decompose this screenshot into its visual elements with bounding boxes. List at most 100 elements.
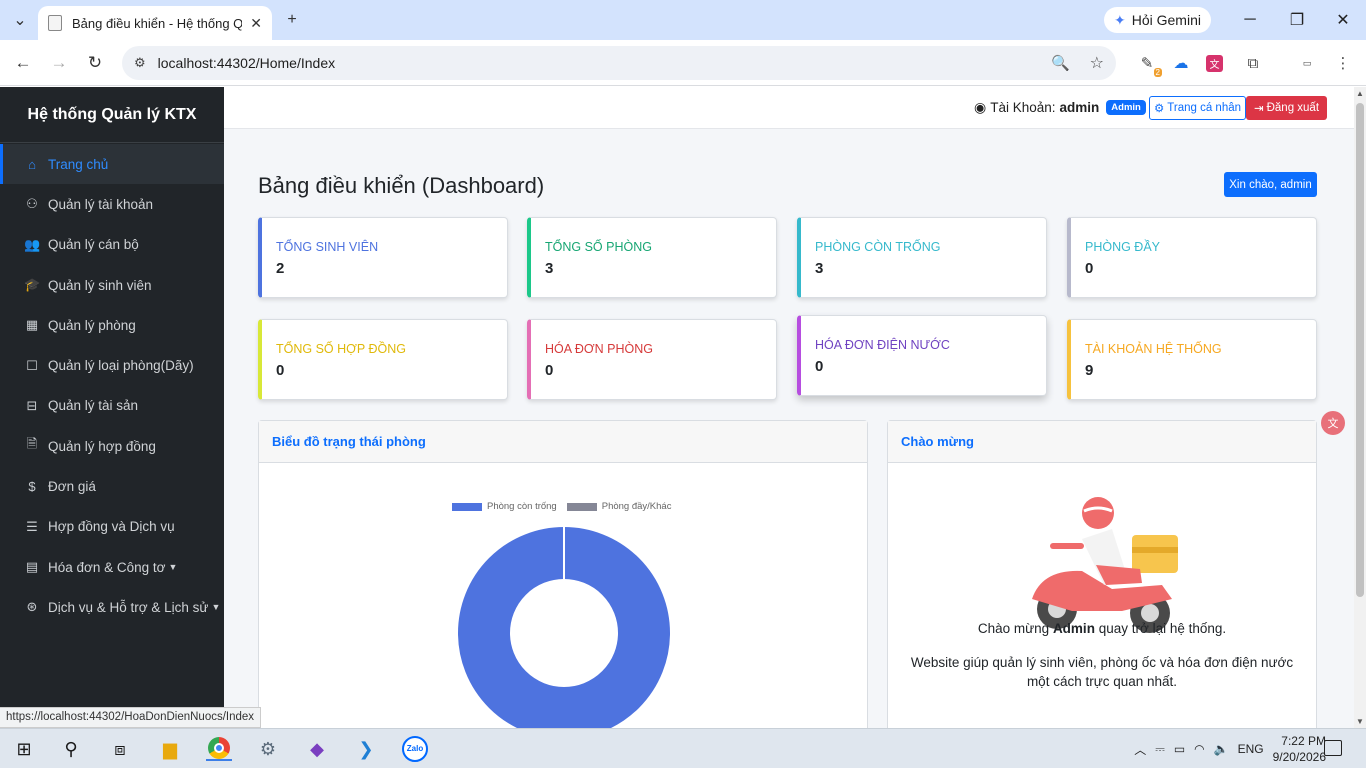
zoom-icon[interactable]: 🔍 (1051, 54, 1070, 72)
new-tab-icon[interactable]: + (280, 8, 304, 32)
taskbar-clock[interactable]: 7:22 PM 9/20/2026 (1273, 733, 1326, 765)
reload-icon[interactable]: ↻ (84, 52, 106, 74)
sidebar-item-contracts[interactable]: 🗎 Quản lý hợp đồng (0, 426, 224, 466)
translate-floating-icon[interactable]: 文 (1321, 411, 1345, 435)
welcome-name: Admin (1052, 621, 1095, 636)
greeting-button[interactable]: Xin chào, admin (1224, 172, 1317, 197)
sidebar: Hệ thống Quản lý KTX ⌂ Trang chủ ⚇ Quản lý… (0, 87, 224, 728)
language-indicator[interactable]: ENG (1238, 742, 1264, 756)
legend-item-empty[interactable]: Phòng còn trống (452, 501, 557, 512)
address-bar[interactable]: ⚙ localhost:44302/Home/Index 🔍 ☆ (122, 46, 1116, 80)
bookmark-star-icon[interactable]: ☆ (1090, 53, 1104, 73)
tab-search-icon[interactable]: ⌄ (8, 8, 32, 32)
logout-icon: ⇥ (1253, 103, 1264, 115)
task-view-icon[interactable]: ⧈ (107, 737, 133, 761)
account-info: ◉ Tài Khoản: admin Admin (974, 99, 1146, 116)
gemini-button[interactable]: ✦ Hỏi Gemini (1104, 7, 1211, 33)
tray-chevron-icon[interactable]: ︿ (1134, 741, 1146, 758)
gear-icon: ⚙ (1153, 103, 1165, 115)
sidebar-item-assets[interactable]: ⊟ Quản lý tài sản (0, 386, 224, 426)
top-navbar: ◉ Tài Khoản: admin Admin ⚙ Trang cá nhân… (224, 87, 1354, 129)
sidebar-item-students[interactable]: 🎓 Quản lý sinh viên (0, 265, 224, 305)
cloud-upload-icon[interactable]: ☁ (1170, 53, 1192, 73)
stat-value: 0 (815, 358, 824, 375)
sidebar-item-label: Đơn giá (48, 479, 96, 495)
sidebar-item-accounts[interactable]: ⚇ Quản lý tài khoản (0, 184, 224, 224)
sidebar-item-home[interactable]: ⌂ Trang chủ (0, 144, 224, 185)
gemini-sparkle-icon: ✦ (1114, 11, 1126, 28)
tray-usb-icon[interactable]: ⎓ (1155, 742, 1165, 757)
sidebar-item-prices[interactable]: $ Đơn giá (0, 466, 224, 506)
file-explorer-icon[interactable]: ▆ (157, 737, 183, 761)
forward-icon[interactable]: → (48, 52, 70, 74)
logout-label: Đăng xuất (1266, 102, 1320, 114)
stat-card-utility-invoices[interactable]: HÓA ĐƠN ĐIỆN NƯỚC 0 (797, 315, 1047, 396)
door-icon: ☐ (26, 357, 38, 373)
sidebar-item-contract-services[interactable]: ☰ Hợp đồng và Dịch vụ (0, 507, 224, 547)
room-status-donut-chart (458, 527, 670, 728)
logout-button[interactable]: ⇥ Đăng xuất (1246, 96, 1327, 120)
sidebar-item-staff[interactable]: 👥 Quản lý cán bộ (0, 225, 224, 265)
zalo-icon[interactable]: Zalo (402, 736, 428, 762)
legend-label: Phòng đầy/Khác (601, 501, 672, 512)
stat-card-full-rooms: PHÒNG ĐẦY 0 (1067, 217, 1317, 298)
stat-label: TỔNG SỐ HỢP ĐỒNG (276, 342, 406, 356)
profile-button[interactable]: ⚙ Trang cá nhân (1149, 96, 1246, 120)
stat-label: PHÒNG ĐẦY (1085, 240, 1161, 254)
sidebar-item-label: Quản lý tài khoản (48, 196, 154, 212)
scroll-down-icon[interactable]: ▼ (1356, 717, 1364, 726)
browser-menu-icon[interactable]: ⋮ (1332, 53, 1354, 73)
wifi-icon[interactable]: ◠ (1194, 742, 1204, 756)
users-icon: 👥 (24, 236, 41, 252)
site-settings-icon[interactable]: ⚙ (134, 55, 146, 71)
visual-studio-icon[interactable]: ◆ (304, 737, 330, 761)
volume-icon[interactable]: 🔈 (1214, 742, 1229, 756)
account-name: admin (1059, 100, 1100, 115)
back-icon[interactable]: ← (12, 52, 34, 74)
stat-value: 2 (276, 260, 285, 277)
user-icon: ⚇ (26, 196, 38, 212)
sidebar-item-room-types[interactable]: ☐ Quản lý loại phòng(Dãy) (0, 345, 224, 385)
caret-down-icon: ▼ (211, 602, 221, 613)
extensions-puzzle-icon[interactable]: ⧉ (1242, 53, 1264, 73)
sidebar-item-services-support[interactable]: ⊛ Dịch vụ & Hỗ trợ & Lịch sử ▼ (0, 587, 224, 627)
notifications-icon[interactable] (1324, 740, 1342, 756)
chrome-icon[interactable] (206, 737, 232, 761)
sidebar-item-invoices-meters[interactable]: ▤ Hóa đơn & Công tơ ▼ (0, 547, 224, 587)
stat-label: TỔNG SỐ PHÒNG (545, 240, 652, 254)
sidebar-item-label: Quản lý tài sản (48, 398, 139, 414)
gemini-label: Hỏi Gemini (1131, 12, 1201, 28)
network-tool-icon[interactable]: ⚙ (255, 737, 281, 761)
sidebar-item-label: Quản lý phòng (48, 317, 136, 333)
stat-value: 0 (276, 362, 285, 379)
stat-card-system-accounts: TÀI KHOẢN HỆ THỐNG 9 (1067, 319, 1317, 400)
tab-close-icon[interactable]: ✕ (250, 15, 262, 32)
legend-item-full[interactable]: Phòng đầy/Khác (566, 501, 672, 512)
page-title: Bảng điều khiển (Dashboard) (258, 173, 545, 198)
windows-taskbar: ⊞ ⚲ ⧈ ▆ ⚙ ◆ ❯ Zalo ︿ ⎓ ▭ ◠ 🔈 ENG 7:22 PM… (0, 728, 1366, 768)
minimize-icon[interactable]: ─ (1238, 8, 1262, 32)
sidebar-brand[interactable]: Hệ thống Quản lý KTX (0, 87, 224, 143)
extension-badge: 2 (1153, 68, 1162, 77)
restore-icon[interactable]: ❐ (1285, 8, 1309, 32)
profile-avatar-icon[interactable]: ▭ (1296, 53, 1318, 73)
browser-tab-active[interactable]: Bảng điều khiển - Hệ thống Qu ✕ (38, 6, 272, 40)
room-status-chart-card: Biểu đồ trạng thái phòng Phòng còn trống… (258, 420, 868, 728)
stat-label: HÓA ĐƠN PHÒNG (545, 342, 653, 356)
sidebar-item-label: Quản lý cán bộ (48, 237, 139, 253)
windows-start-icon[interactable]: ⊞ (11, 737, 37, 761)
browser-tab-bar: ⌄ Bảng điều khiển - Hệ thống Qu ✕ + ✦ Hỏ… (0, 0, 1366, 40)
scroll-up-icon[interactable]: ▲ (1356, 89, 1364, 98)
close-window-icon[interactable]: ✕ (1331, 8, 1355, 32)
scrollbar-thumb[interactable] (1356, 103, 1364, 597)
vscode-icon[interactable]: ❯ (353, 737, 379, 761)
caret-down-icon: ▼ (168, 562, 178, 573)
sidebar-item-rooms[interactable]: ▦ Quản lý phòng (0, 305, 224, 345)
chart-legend: Phòng còn trống Phòng đầy/Khác (452, 501, 671, 512)
main-content: Bảng điều khiển (Dashboard) Xin chào, ad… (224, 129, 1354, 728)
page-scrollbar[interactable]: ▲ ▼ (1354, 87, 1366, 728)
extension-icon[interactable]: ✎ 2 (1136, 53, 1162, 77)
battery-icon[interactable]: ▭ (1174, 742, 1185, 756)
taskbar-search-icon[interactable]: ⚲ (58, 737, 84, 761)
translate-ext-icon[interactable]: 文 (1206, 55, 1223, 72)
